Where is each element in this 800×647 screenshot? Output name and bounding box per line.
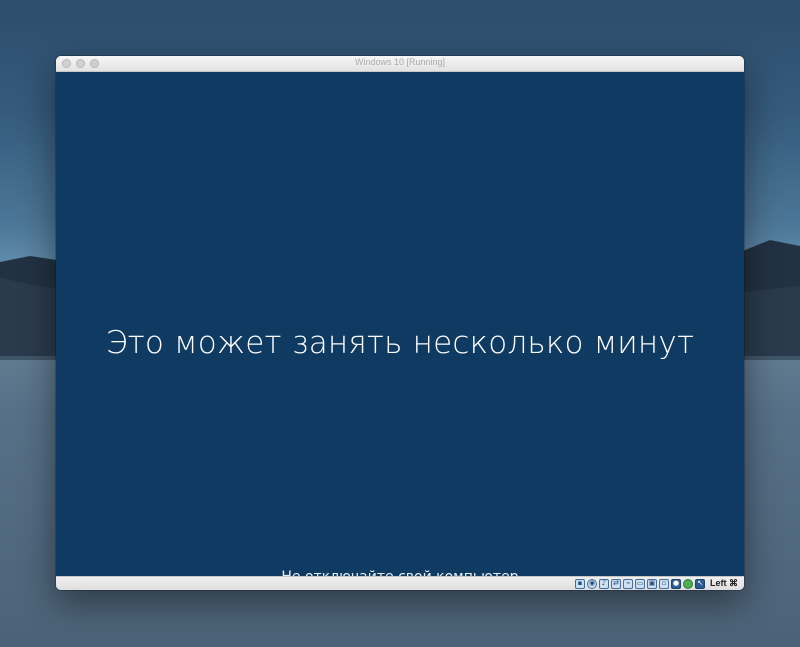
window-title: Windows 10 [Running] <box>354 57 446 67</box>
setup-main-message: Это может занять несколько минут <box>105 325 695 361</box>
audio-icon[interactable]: ♪ <box>599 578 609 589</box>
virtualbox-window: Windows 10 [Running] Это может занять не… <box>56 56 744 590</box>
shared-folders-icon[interactable]: ▭ <box>635 578 645 589</box>
video-capture-icon[interactable]: ▫ <box>659 578 669 589</box>
vm-statusbar: ▪ ◉ ♪ ⇄ ⌁ ▭ ▣ ▫ ● ↖ Left ⌘ <box>56 576 744 590</box>
recording-icon[interactable]: ● <box>671 578 681 589</box>
usb-icon[interactable]: ⌁ <box>623 578 633 589</box>
display-icon[interactable]: ▣ <box>647 578 657 589</box>
vm-display[interactable]: Это может занять несколько минут Не откл… <box>56 72 744 585</box>
window-titlebar[interactable]: Windows 10 [Running] <box>56 56 744 72</box>
optical-drive-icon[interactable]: ◉ <box>587 578 597 589</box>
mouse-integration-icon[interactable]: ↖ <box>695 578 705 589</box>
network-icon[interactable]: ⇄ <box>611 578 621 589</box>
cpu-activity-icon <box>683 578 693 589</box>
hard-disk-icon[interactable]: ▪ <box>575 578 585 589</box>
host-key-label[interactable]: Left ⌘ <box>710 578 738 589</box>
